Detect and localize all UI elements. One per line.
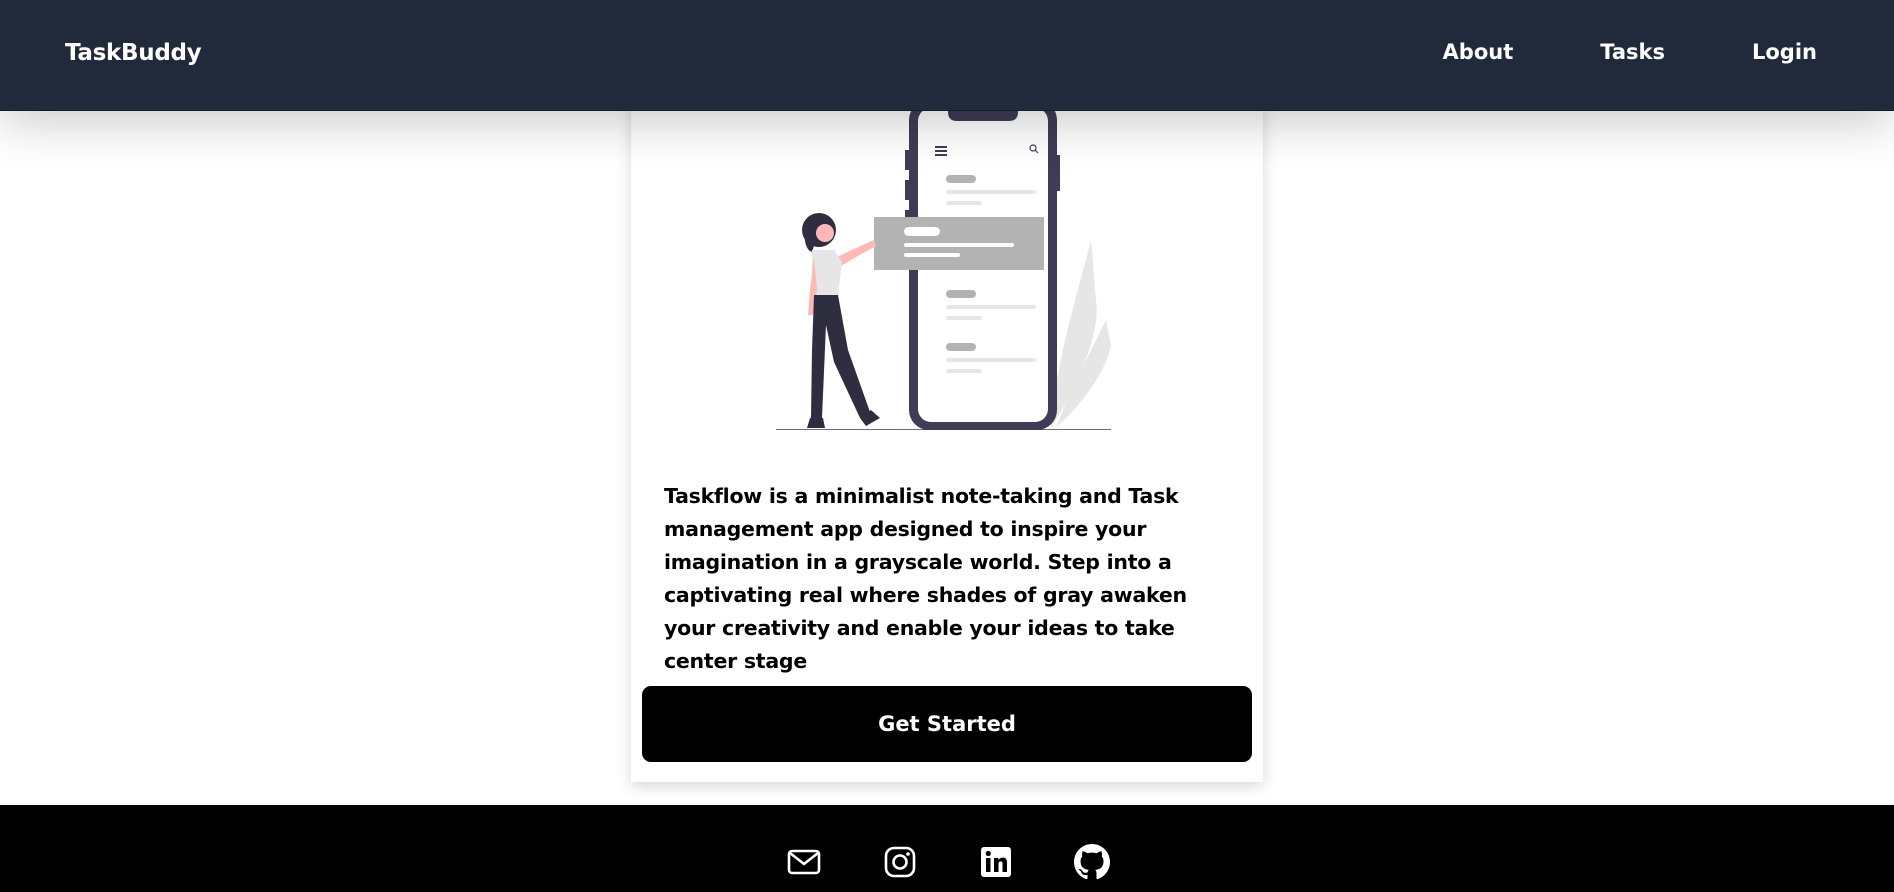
footer xyxy=(0,805,1894,892)
nav-link-tasks[interactable]: Tasks xyxy=(1600,40,1665,64)
nav-links: About Tasks Login xyxy=(1443,40,1817,64)
instagram-icon[interactable] xyxy=(882,844,918,880)
app-description: Taskflow is a minimalist note-taking and… xyxy=(664,484,1187,673)
top-navbar: TaskBuddy About Tasks Login xyxy=(0,0,1894,111)
social-links xyxy=(786,844,1110,880)
mail-icon[interactable] xyxy=(786,844,822,880)
nav-link-about[interactable]: About xyxy=(1443,40,1514,64)
get-started-button[interactable]: Get Started xyxy=(642,686,1252,762)
brand-logo[interactable]: TaskBuddy xyxy=(65,40,202,66)
hero-illustration xyxy=(776,100,1111,430)
github-icon[interactable] xyxy=(1074,844,1110,880)
nav-link-login[interactable]: Login xyxy=(1752,40,1817,64)
linkedin-icon[interactable] xyxy=(978,844,1014,880)
hero-card: Taskflow is a minimalist note-taking and… xyxy=(631,80,1263,782)
